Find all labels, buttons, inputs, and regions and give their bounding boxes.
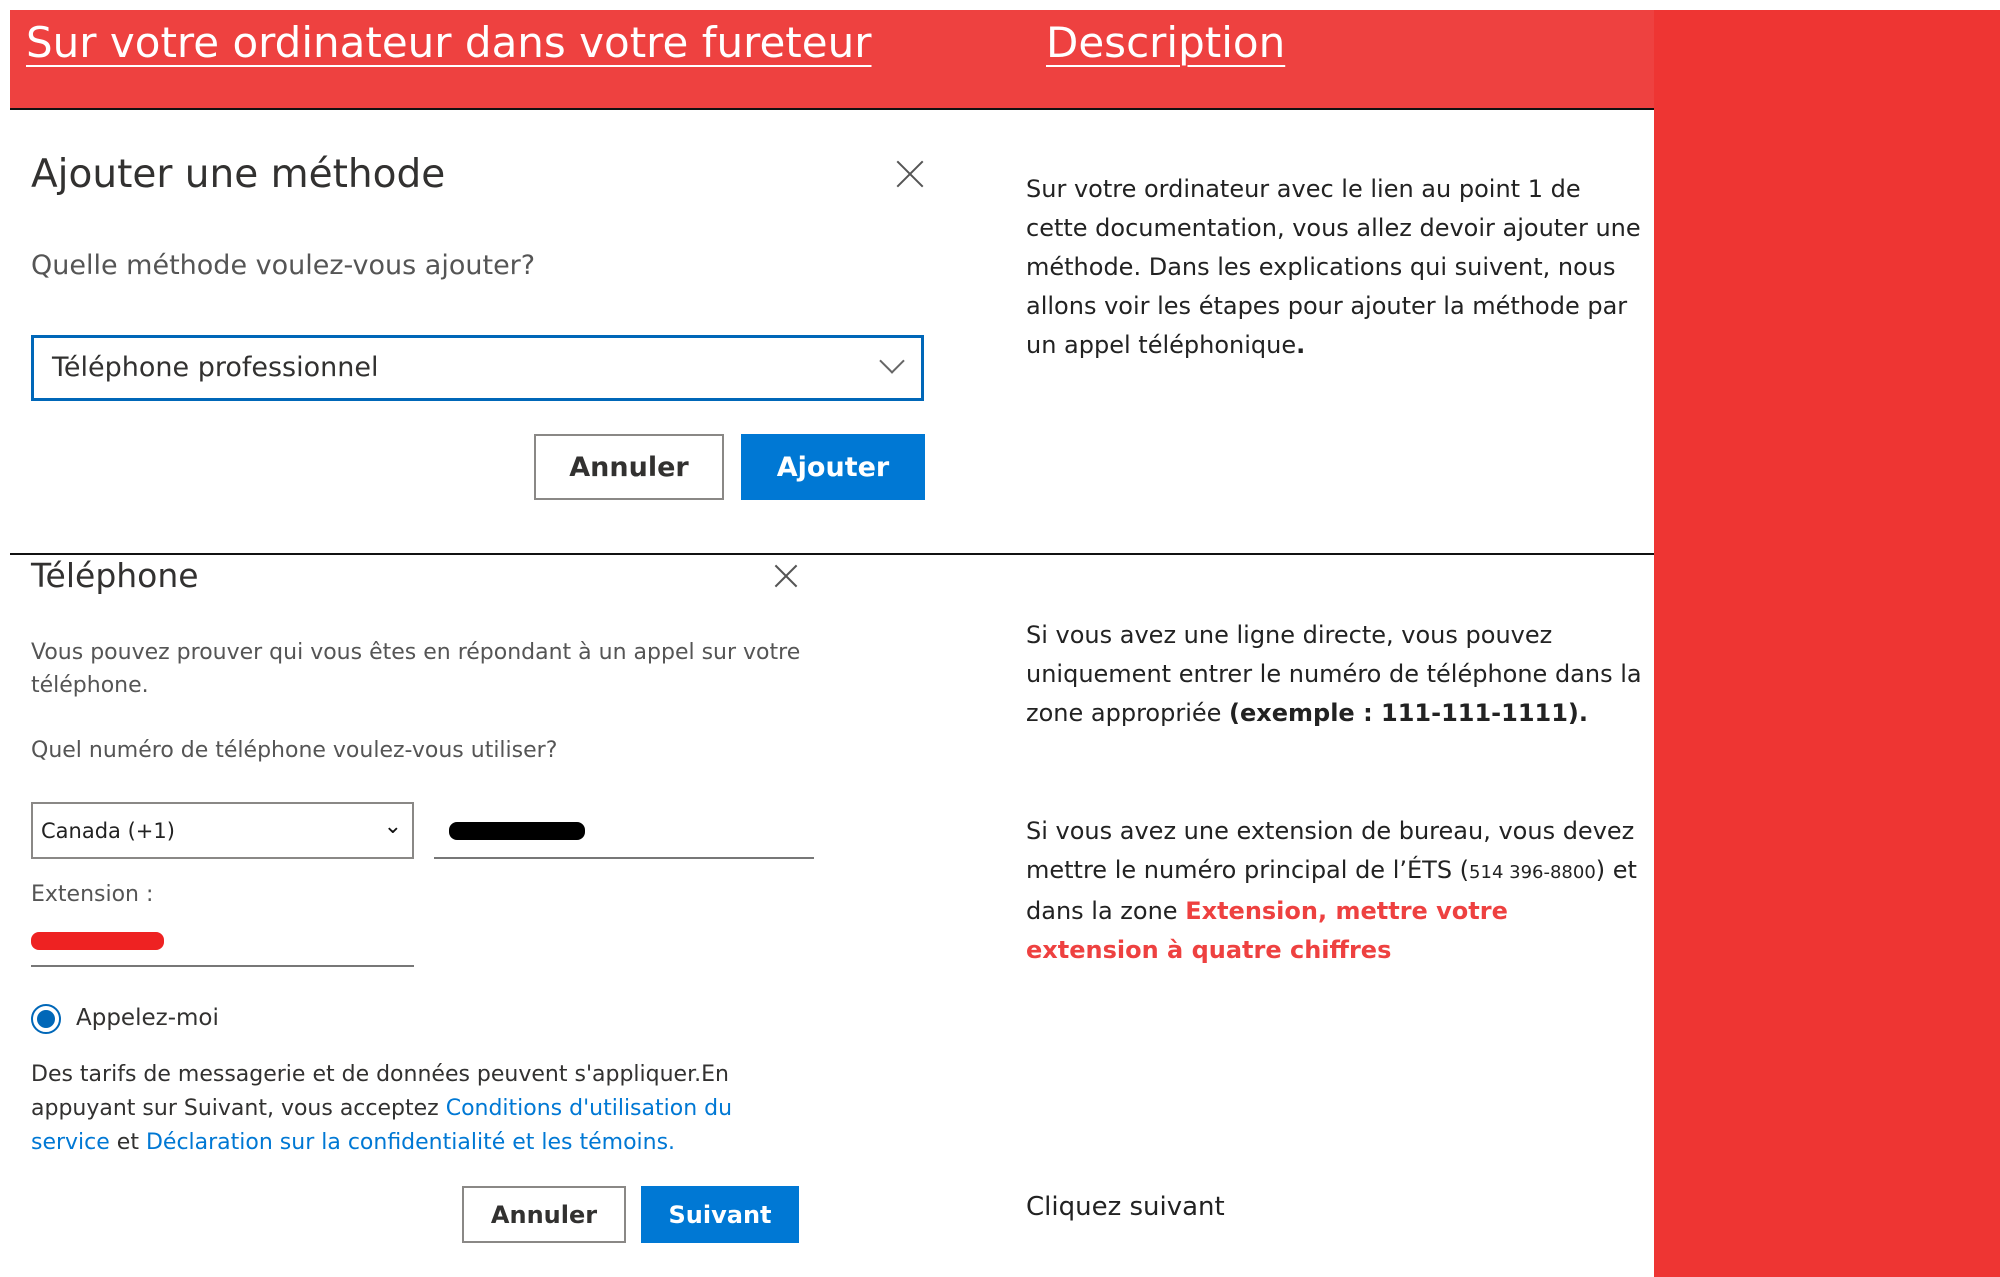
- divider-top-left: [10, 108, 948, 110]
- header-left-title: Sur votre ordinateur dans votre fureteur: [26, 18, 872, 67]
- chevron-down-icon: ⌄: [383, 813, 402, 838]
- phone-number-redacted: [449, 822, 585, 840]
- phone-intro-text: Vous pouvez prouver qui vous êtes en rép…: [31, 640, 801, 698]
- terms-text: Des tarifs de messagerie et de données p…: [31, 1062, 733, 1155]
- chevron-down-icon: [879, 348, 905, 374]
- terms-of-service-link[interactable]: Conditions d'utilisation du: [446, 1096, 732, 1121]
- close-icon[interactable]: [771, 561, 801, 591]
- cancel-button[interactable]: Annuler: [462, 1186, 626, 1243]
- privacy-statement-link[interactable]: Déclaration sur la confidentialité et le…: [146, 1130, 675, 1155]
- divider-mid-right: [814, 553, 1654, 555]
- extension-redacted: [31, 932, 164, 950]
- divider-top-right: [948, 108, 1654, 110]
- next-button[interactable]: Suivant: [641, 1186, 799, 1243]
- method-select[interactable]: Téléphone professionnel: [31, 335, 924, 401]
- call-me-radio[interactable]: [31, 1004, 61, 1034]
- method-select-value: Téléphone professionnel: [52, 352, 379, 383]
- description-click-next: Cliquez suivant: [1026, 1192, 1225, 1222]
- extension-input[interactable]: [31, 965, 414, 967]
- add-button[interactable]: Ajouter: [741, 434, 925, 500]
- phone-number-question: Quel numéro de téléphone voulez-vous uti…: [31, 738, 558, 763]
- call-me-label: Appelez-moi: [76, 1005, 219, 1031]
- add-method-question: Quelle méthode voulez-vous ajouter?: [31, 250, 536, 281]
- phone-dialog-title: Téléphone: [31, 556, 199, 595]
- description-direct-line: Si vous avez une ligne directe, vous pou…: [1026, 621, 1642, 727]
- terms-of-service-link-cont[interactable]: service: [31, 1130, 110, 1155]
- close-icon[interactable]: [895, 159, 925, 189]
- description-extension: Si vous avez une extension de bureau, vo…: [1026, 817, 1637, 964]
- add-method-dialog-title: Ajouter une méthode: [31, 152, 446, 197]
- side-decorative-band: [1654, 10, 2000, 1277]
- phone-number-input[interactable]: [434, 857, 814, 859]
- cancel-button[interactable]: Annuler: [534, 434, 724, 500]
- country-select-value: Canada (+1): [41, 819, 175, 843]
- extension-label: Extension :: [31, 882, 154, 907]
- country-select[interactable]: Canada (+1) ⌄: [31, 802, 414, 859]
- header-right-title: Description: [1046, 18, 1286, 67]
- divider-mid-left: [10, 553, 814, 555]
- description-add-method: Sur votre ordinateur avec le lien au poi…: [1026, 175, 1641, 359]
- radio-selected-dot: [37, 1010, 55, 1028]
